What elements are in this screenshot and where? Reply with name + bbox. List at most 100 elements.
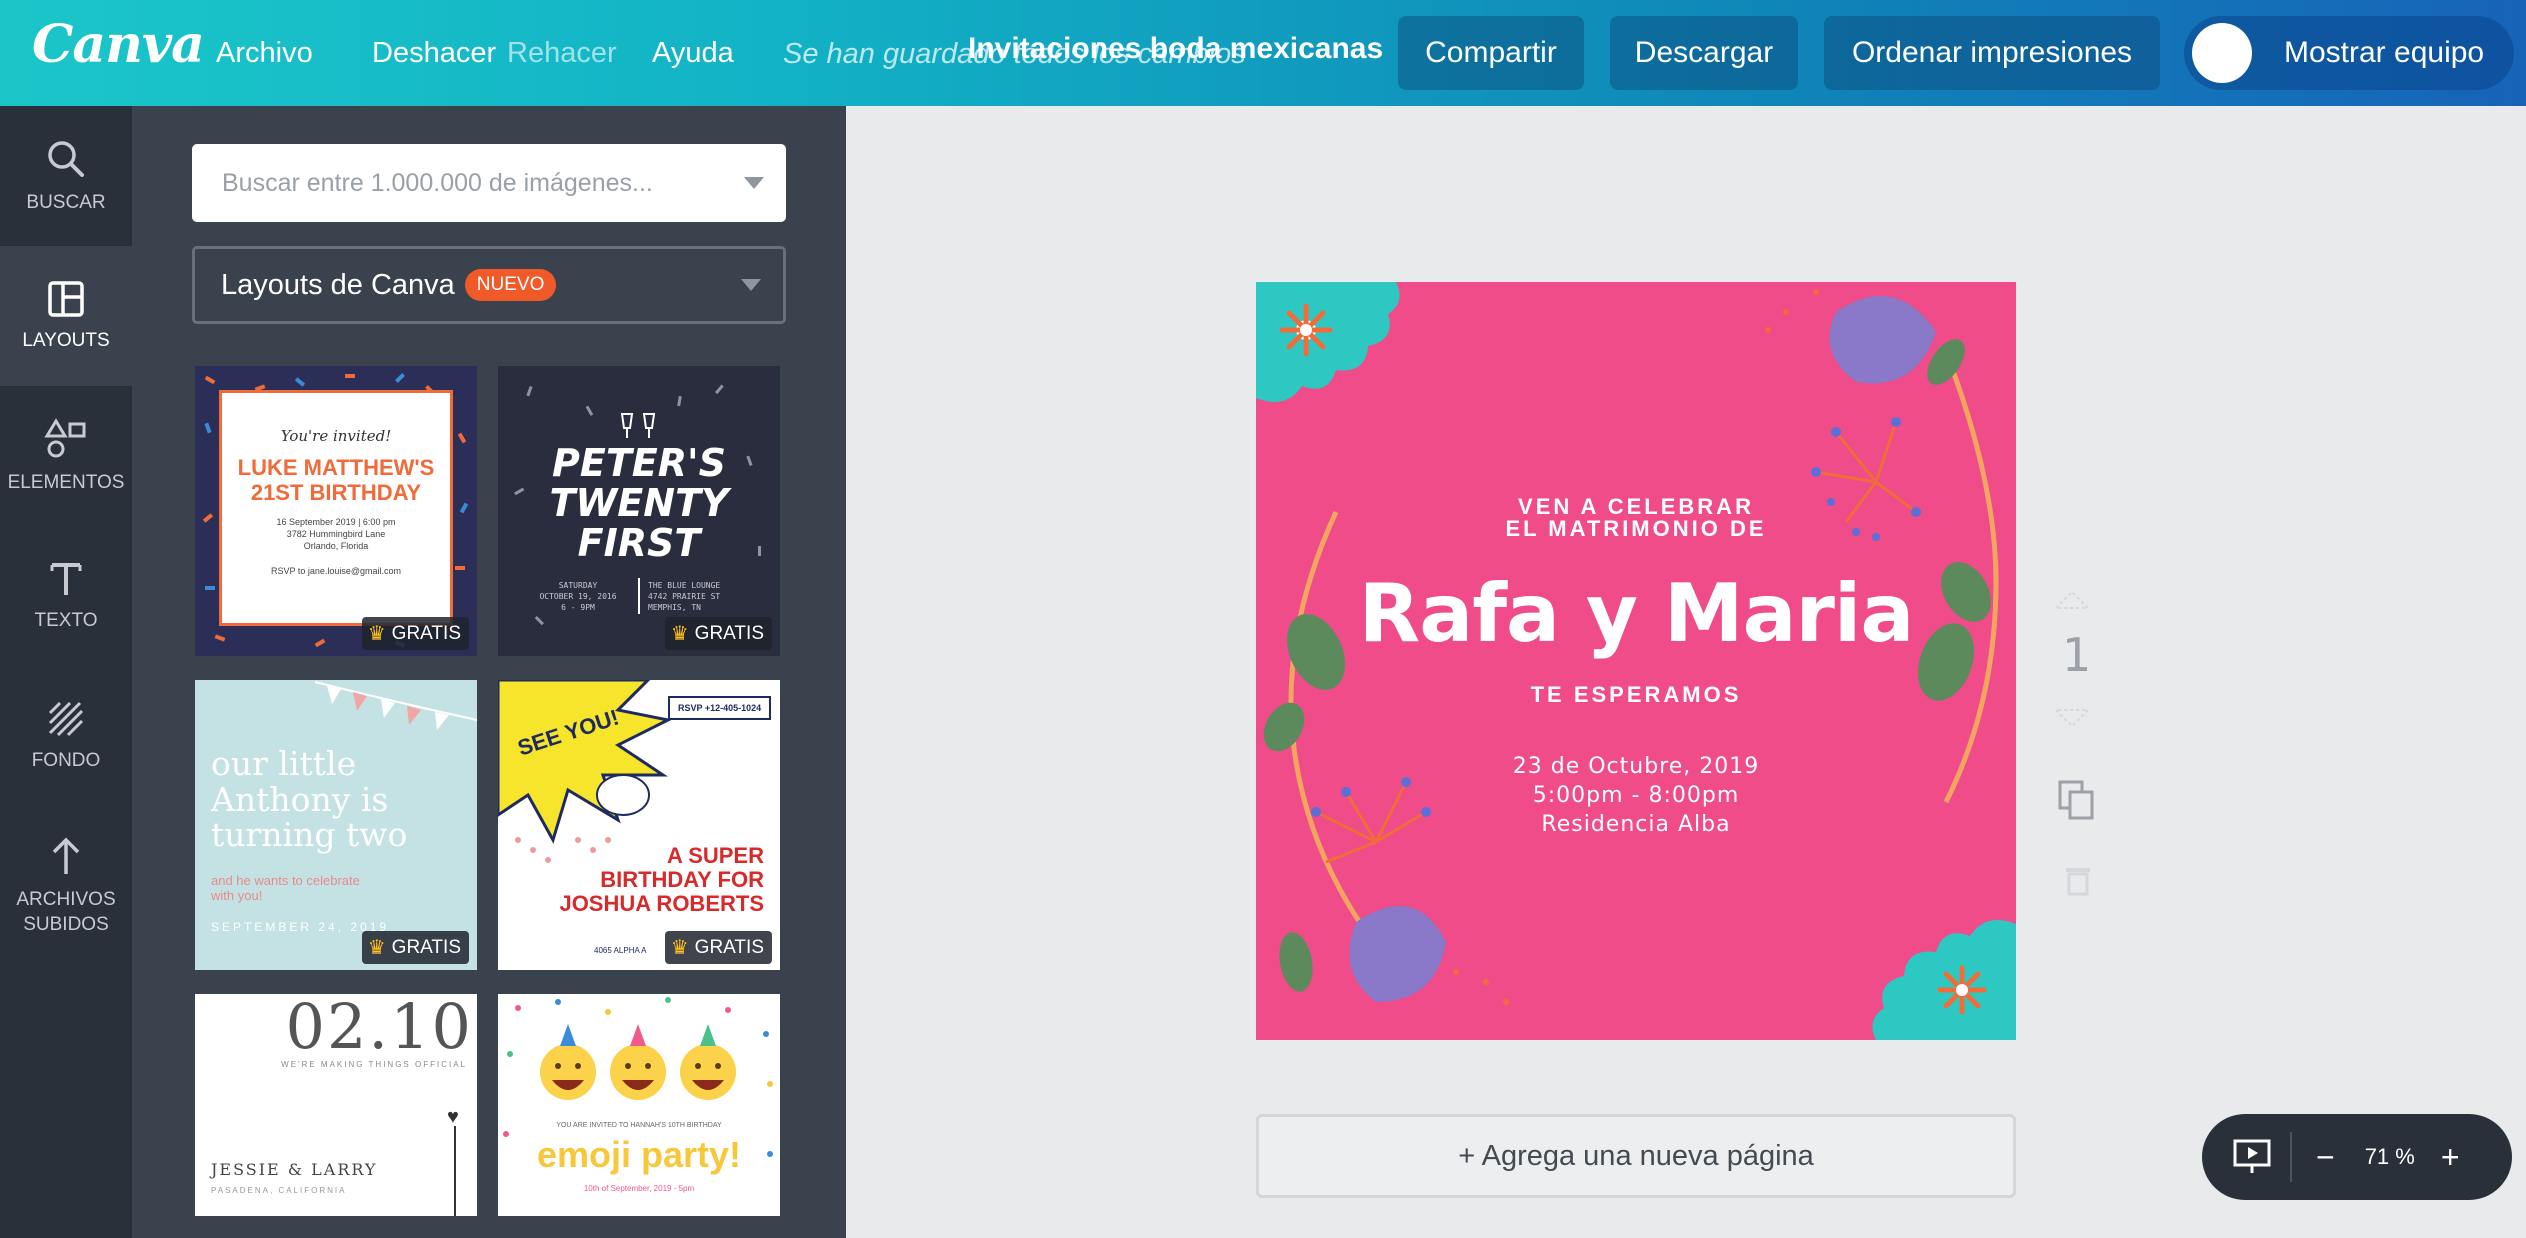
card-detail: Orlando, Florida: [303, 540, 369, 551]
card-kicker: You're invited!: [280, 427, 392, 445]
crown-icon: ♛: [670, 623, 689, 645]
card-title: emoji party!: [536, 1134, 742, 1175]
card-details: 16 September 2019 | 6:00 pm 3782 Humming…: [222, 516, 450, 552]
sidebar-item-uploads[interactable]: ARCHIVOS SUBIDOS: [0, 806, 132, 966]
background-icon: [48, 701, 84, 736]
crown-icon: ♛: [367, 937, 386, 959]
card-title: our little Anthony is turning two: [211, 746, 407, 853]
search-input[interactable]: Buscar entre 1.000.000 de imágenes...: [192, 144, 786, 222]
invitation-place[interactable]: Residencia Alba: [1256, 812, 2016, 837]
layout-thumbnail[interactable]: PETER'S TWENTY FIRST SATURDAY OCTOBER 19…: [498, 366, 780, 656]
menu-undo[interactable]: Deshacer: [372, 37, 496, 70]
card-title-line: BIRTHDAY FOR: [600, 867, 764, 893]
card-left-info: SATURDAY OCTOBER 19, 2016 6 - 9PM: [528, 581, 628, 613]
free-label: GRATIS: [391, 936, 461, 958]
card-detail: 4742 PRAIRIE ST: [648, 591, 721, 601]
card-title-line: our little: [211, 744, 357, 783]
card-title-line: A SUPER: [667, 843, 764, 868]
invitation-time[interactable]: 5:00pm - 8:00pm: [1256, 783, 2016, 808]
layout-thumbnail[interactable]: YOU ARE INVITED TO HANNAH'S 10TH BIRTHDA…: [498, 994, 780, 1216]
zoom-in-button[interactable]: +: [2441, 1139, 2460, 1176]
chevron-down-icon: [741, 279, 761, 291]
layout-thumbnail[interactable]: You're invited! LUKE MATTHEW'S 21ST BIRT…: [195, 366, 477, 656]
free-label: GRATIS: [391, 622, 461, 644]
move-up-icon[interactable]: [2052, 588, 2092, 612]
card-detail: THE BLUE LOUNGE: [648, 581, 721, 590]
top-bar: Canva Archivo Deshacer Rehacer Ayuda Se …: [0, 0, 2526, 106]
invitation-line-2[interactable]: EL MATRIMONIO DE: [1256, 516, 2016, 542]
present-icon[interactable]: [2232, 1138, 2272, 1176]
champagne-glasses-icon: [620, 413, 656, 438]
card-detail: SATURDAY: [558, 581, 598, 590]
zoom-level: 71 %: [2364, 1144, 2415, 1169]
upload-icon: [52, 837, 80, 875]
free-label: GRATIS: [694, 622, 764, 644]
card-title-line: FIRST: [577, 520, 701, 565]
add-page-button[interactable]: + Agrega una nueva página: [1256, 1114, 2016, 1198]
star-flower-icon: [1937, 965, 1987, 1015]
sidebar-item-background[interactable]: FONDO: [0, 666, 132, 806]
sidebar-item-text[interactable]: TEXTO: [0, 526, 132, 666]
search-icon: [48, 140, 84, 177]
sidebar-item-label: TEXTO: [34, 609, 98, 631]
emoji-party-icons: [540, 1024, 736, 1100]
elements-icon: [44, 417, 86, 458]
chevron-down-icon[interactable]: [744, 177, 764, 189]
share-button[interactable]: Compartir: [1398, 16, 1584, 90]
invitation-tagline[interactable]: TE ESPERAMOS: [1256, 682, 2016, 708]
design-page[interactable]: VEN A CELEBRAR EL MATRIMONIO DE Rafa y M…: [1256, 282, 2016, 1040]
free-badge: ♛ GRATIS: [664, 617, 772, 650]
card-detail: 6 - 9PM: [561, 602, 595, 612]
card-title-line: PETER'S: [552, 441, 726, 485]
invitation-names[interactable]: Rafa y Maria: [1256, 567, 2016, 660]
sidebar-item-label: BUSCAR: [26, 191, 106, 213]
card-detail: MEMPHIS, TN: [648, 602, 701, 612]
layout-thumbnail[interactable]: 02.10 WE'RE MAKING THINGS OFFICIAL ♥ JES…: [195, 994, 477, 1216]
card-title: A SUPER BIRTHDAY FOR JOSHUA ROBERTS: [559, 843, 764, 917]
sidebar-item-layouts[interactable]: LAYOUTS: [0, 246, 132, 386]
card-title-line: Anthony is: [211, 779, 389, 819]
menu-redo[interactable]: Rehacer: [507, 37, 617, 70]
free-badge: ♛ GRATIS: [664, 931, 772, 964]
canva-logo[interactable]: Canva: [32, 14, 205, 75]
free-badge: ♛ GRATIS: [361, 931, 469, 964]
divider: [638, 578, 640, 614]
sidebar-item-label: ARCHIVOS: [16, 889, 116, 911]
menu-file[interactable]: Archivo: [216, 37, 313, 70]
confetti-pattern: [503, 997, 773, 1157]
divider: [2290, 1132, 2292, 1182]
card-invite-line: YOU ARE INVITED TO HANNAH'S 10TH BIRTHDA…: [556, 1122, 722, 1129]
card-title-line: turning two: [211, 815, 408, 855]
zoom-control: − 71 % +: [2202, 1114, 2512, 1200]
duplicate-page-icon[interactable]: [2058, 780, 2096, 822]
sidebar-item-label: LAYOUTS: [22, 329, 110, 351]
zoom-out-button[interactable]: −: [2316, 1139, 2335, 1176]
card-detail: 3782 Hummingbird Lane: [286, 528, 386, 539]
left-nav: BUSCAR LAYOUTS ELEMENTOS TEXTO FONDO ARC…: [0, 106, 132, 1238]
invitation-date[interactable]: 23 de Octubre, 2019: [1256, 754, 2016, 779]
card-rsvp: RSVP to jane.louise@gmail.com: [270, 566, 402, 577]
card-title-line: TWENTY: [549, 480, 729, 525]
sidebar-item-search[interactable]: BUSCAR: [0, 106, 132, 246]
layout-select-label: Layouts de Canva: [221, 268, 455, 301]
card-title-line: JOSHUA ROBERTS: [559, 891, 764, 917]
delete-page-icon[interactable]: [2064, 862, 2092, 896]
new-badge: NUEVO: [464, 269, 557, 301]
sidebar-item-elements[interactable]: ELEMENTOS: [0, 386, 132, 526]
order-prints-button[interactable]: Ordenar impresiones: [1824, 16, 2160, 90]
page-number: 1: [2062, 628, 2092, 682]
layout-source-select[interactable]: Layouts de Canva NUEVO: [192, 246, 786, 324]
card-title: PETER'S TWENTY FIRST: [498, 441, 780, 565]
layout-thumbnail[interactable]: our little Anthony is turning two and he…: [195, 680, 477, 970]
document-title[interactable]: Invitaciones boda mexicanas: [968, 32, 1383, 66]
menu-help[interactable]: Ayuda: [652, 37, 734, 70]
avatar: [2192, 23, 2252, 83]
crown-icon: ♛: [670, 937, 689, 959]
search-placeholder: Buscar entre 1.000.000 de imágenes...: [222, 168, 653, 197]
move-down-icon[interactable]: [2052, 706, 2092, 730]
show-team-button[interactable]: Mostrar equipo: [2184, 16, 2514, 90]
layout-thumbnail[interactable]: SEE YOU! RSVP +12-405-1024 A SUPER BIRTH…: [498, 680, 780, 970]
layouts-panel: Buscar entre 1.000.000 de imágenes... La…: [132, 106, 846, 1238]
crown-icon: ♛: [367, 623, 386, 645]
download-button[interactable]: Descargar: [1610, 16, 1798, 90]
